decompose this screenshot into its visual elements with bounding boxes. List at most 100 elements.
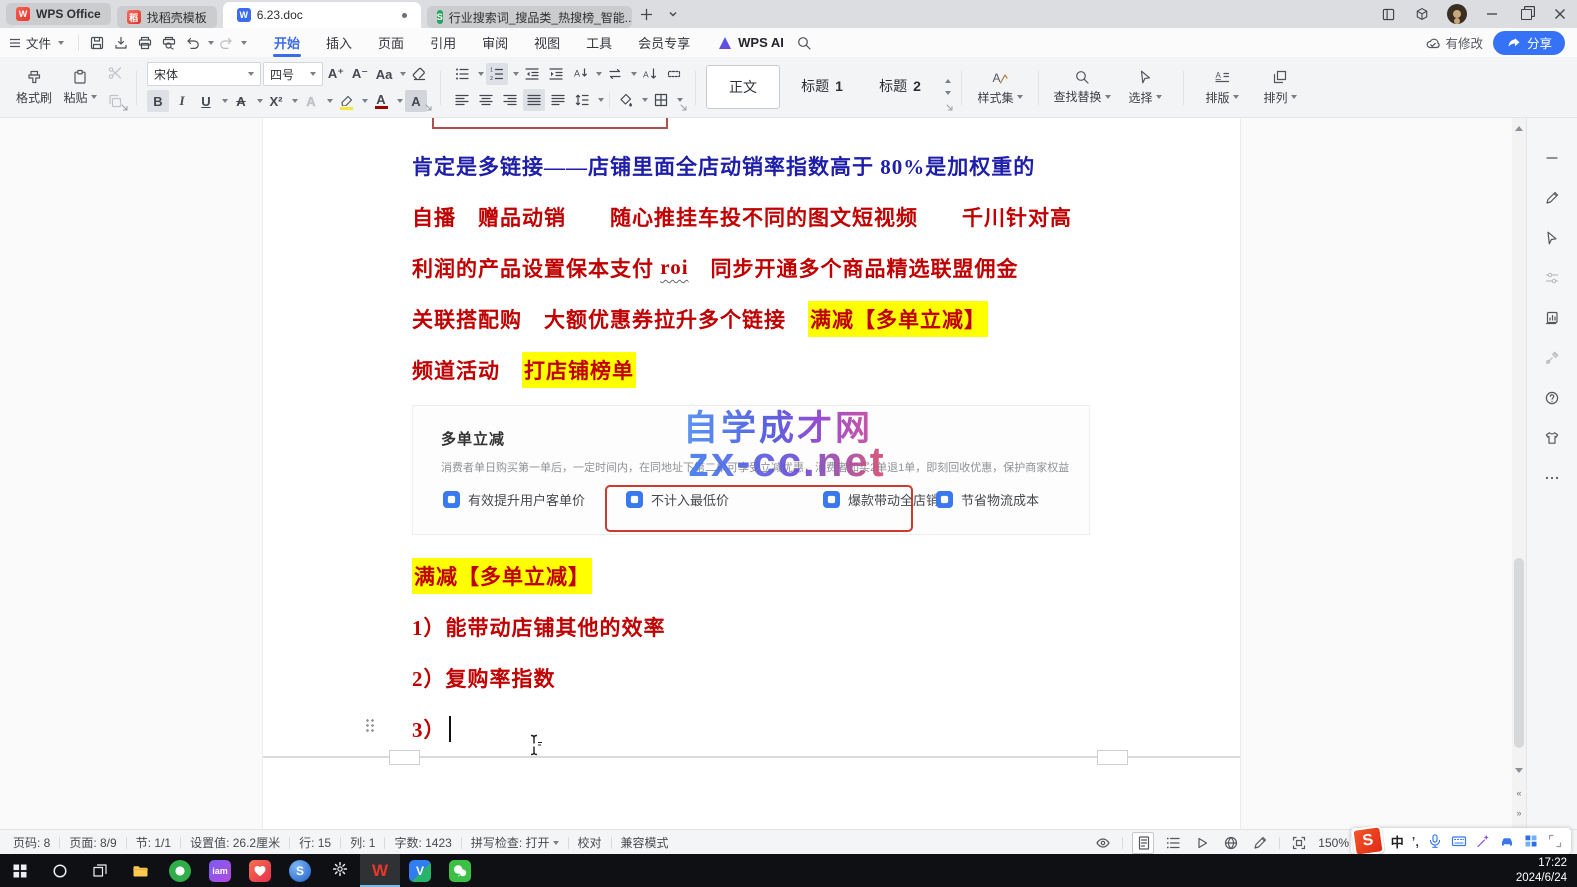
share-button[interactable]: 分享 <box>1493 31 1565 55</box>
status-item-3[interactable]: 设置值: 26.2厘米 <box>181 834 289 851</box>
clipboard-launcher[interactable] <box>120 101 129 115</box>
doc-paragraph[interactable]: 利润的产品设置保本支付 roi 同步开通多个商品精选联盟佣金 <box>412 242 1072 293</box>
sogou-logo-icon[interactable]: S <box>1351 825 1385 857</box>
v-app-icon[interactable]: V <box>400 854 440 887</box>
undo-icon[interactable] <box>181 31 205 55</box>
select-cursor-icon[interactable] <box>1544 230 1561 250</box>
print-icon[interactable] <box>133 31 157 55</box>
align-center-button[interactable] <box>475 89 497 111</box>
paragraph-drag-handle[interactable] <box>365 718 375 733</box>
clear-format-icon[interactable] <box>408 63 430 85</box>
style-标题1[interactable]: 标题1 <box>786 65 858 107</box>
print-preview-icon[interactable] <box>157 31 181 55</box>
align-right-button[interactable] <box>499 89 521 111</box>
numbered-list-button[interactable]: 12 <box>486 63 508 85</box>
zoom-level[interactable]: 150% <box>1318 836 1349 850</box>
ime-grid-icon[interactable] <box>1523 833 1539 849</box>
strikethrough-button[interactable]: A <box>230 90 252 112</box>
style-set-button[interactable]: A 样式集 <box>972 61 1028 113</box>
status-item-8[interactable]: 校对 <box>569 834 611 851</box>
font-launcher[interactable] <box>424 101 433 115</box>
document-page[interactable]: 肯定是多链接——店铺里面全店动销率指数高于 80%是加权重的自播 赠品动销 随心… <box>263 118 1240 829</box>
document-tab-1[interactable]: W6.23.doc <box>223 2 421 28</box>
status-item-5[interactable]: 列: 1 <box>341 834 384 851</box>
minimize-button[interactable] <box>1475 0 1509 28</box>
ime-mic-icon[interactable] <box>1427 833 1443 849</box>
file-menu[interactable]: 文件 <box>0 28 72 57</box>
skin-shirt-icon[interactable] <box>1544 430 1560 449</box>
previous-page-button[interactable]: « <box>1513 786 1525 800</box>
modified-status[interactable]: 有修改 <box>1425 33 1483 52</box>
scroll-up-arrow[interactable] <box>1515 126 1523 131</box>
green-app-icon[interactable] <box>160 854 200 887</box>
search-icon[interactable] <box>792 31 816 55</box>
arrange-button[interactable]: 排列 <box>1252 61 1308 113</box>
document-tab-2[interactable]: S行业搜索词_搜品类_热搜榜_智能... <box>427 6 632 28</box>
sort-button[interactable]: A <box>639 63 661 85</box>
menu-tab-引用[interactable]: 引用 <box>417 28 469 57</box>
start-icon[interactable] <box>0 854 40 887</box>
font-size-select[interactable]: 四号 <box>263 62 323 86</box>
doc-paragraph[interactable]: 1）能带动店铺其他的效率 <box>412 601 666 652</box>
status-item-4[interactable]: 行: 15 <box>290 834 340 851</box>
ime-wand-icon[interactable] <box>1475 833 1491 849</box>
status-item-6[interactable]: 字数: 1423 <box>385 834 460 851</box>
outline-view-icon[interactable] <box>1163 833 1183 853</box>
home-tab[interactable]: W WPS Office <box>6 3 111 25</box>
paragraph-launcher[interactable] <box>679 101 688 115</box>
status-item-1[interactable]: 页面: 8/9 <box>60 834 125 851</box>
wps-app-icon[interactable]: W <box>360 854 400 887</box>
collapse-icon[interactable] <box>1544 150 1560 169</box>
cut-icon[interactable] <box>104 62 126 84</box>
ime-expand-icon[interactable] <box>1547 833 1563 849</box>
restore-button[interactable] <box>1509 0 1543 28</box>
line-spacing-button[interactable] <box>571 89 593 111</box>
menu-tab-开始[interactable]: 开始 <box>261 28 313 57</box>
ime-mode-chinese[interactable]: 中 <box>1391 832 1404 851</box>
menu-tab-工具[interactable]: 工具 <box>573 28 625 57</box>
status-item-0[interactable]: 页码: 8 <box>4 834 59 851</box>
borders-button[interactable] <box>650 89 672 111</box>
outline-effect-button[interactable]: A <box>300 90 322 112</box>
next-page-button[interactable]: » <box>1513 806 1525 820</box>
doc-paragraph[interactable]: 肯定是多链接——店铺里面全店动销率指数高于 80%是加权重的 <box>412 140 1072 191</box>
search-circle-icon[interactable] <box>40 854 80 887</box>
ime-keyboard-icon[interactable] <box>1451 833 1467 849</box>
typeset-button[interactable]: A 排版 <box>1194 61 1250 113</box>
vertical-scrollbar[interactable]: « » <box>1512 118 1526 829</box>
font-name-select[interactable]: 宋体 <box>147 62 261 86</box>
fit-page-icon[interactable] <box>1289 833 1309 853</box>
increase-indent-button[interactable] <box>545 63 567 85</box>
more-dots-icon[interactable] <box>1544 470 1560 489</box>
shading-fill-button[interactable] <box>615 89 637 111</box>
chart-doc-icon[interactable] <box>1544 310 1560 329</box>
status-item-9[interactable]: 兼容模式 <box>612 834 678 851</box>
style-正文[interactable]: 正文 <box>706 65 780 109</box>
doc-paragraph[interactable]: 满减【多单立减】 <box>412 550 666 601</box>
sliders-icon[interactable] <box>1544 270 1560 289</box>
italic-button[interactable]: I <box>171 90 193 112</box>
superscript-button[interactable]: X² <box>265 90 287 112</box>
decrease-font-button[interactable]: A⁻ <box>349 63 371 85</box>
increase-font-button[interactable]: A⁺ <box>325 63 347 85</box>
text-direction-button[interactable]: A <box>569 63 591 85</box>
doc-paragraph[interactable]: 关联搭配购 大额优惠券拉升多个链接 满减【多单立减】 <box>412 293 1072 344</box>
distribute-button[interactable] <box>547 89 569 111</box>
select-button[interactable]: 选择 <box>1117 61 1173 113</box>
menu-tab-页面[interactable]: 页面 <box>365 28 417 57</box>
new-tab-button[interactable] <box>636 3 658 25</box>
scroll-down-arrow[interactable] <box>1515 768 1523 773</box>
convert-button[interactable] <box>604 63 626 85</box>
wechat-app-icon[interactable] <box>440 854 480 887</box>
read-mode-icon[interactable] <box>1192 833 1212 853</box>
export-icon[interactable] <box>109 31 133 55</box>
web-view-icon[interactable] <box>1221 833 1241 853</box>
align-left-button[interactable] <box>451 89 473 111</box>
show-marks-button[interactable] <box>663 63 685 85</box>
quickbar-chevron[interactable] <box>241 41 247 45</box>
iam-app-icon[interactable]: iam <box>200 854 240 887</box>
styles-launcher[interactable] <box>945 101 954 115</box>
styles-up-button[interactable] <box>945 79 951 83</box>
underline-button[interactable]: U <box>195 90 217 112</box>
format-painter-button[interactable]: 格式刷 <box>12 61 56 113</box>
